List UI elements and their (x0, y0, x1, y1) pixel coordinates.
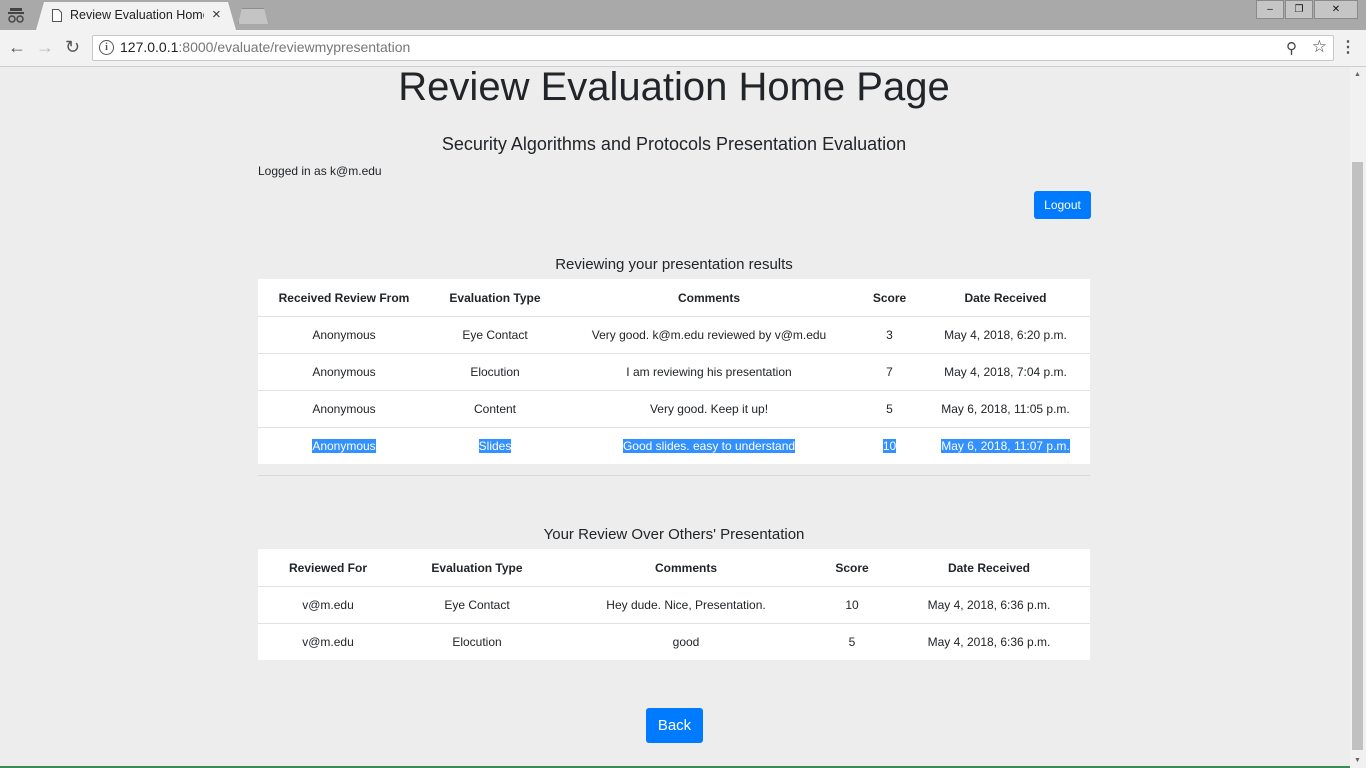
browser-tab[interactable]: Review Evaluation Home × (36, 2, 236, 30)
table-cell: Hey dude. Nice, Presentation. (556, 586, 816, 624)
table-cell: Anonymous (258, 316, 430, 354)
table-cell: Anonymous (258, 390, 430, 428)
table-cell: 5 (816, 623, 888, 660)
minimize-button[interactable]: ‒ (1256, 0, 1284, 19)
column-header: Evaluation Type (449, 290, 541, 305)
table-cell: good (556, 623, 816, 660)
back-arrow-icon[interactable]: ← (8, 37, 26, 58)
bookmark-star-icon[interactable]: ☆ (1312, 37, 1327, 57)
scroll-up-icon[interactable]: ▲ (1354, 71, 1361, 78)
received-reviews-title: Reviewing your presentation results (555, 256, 793, 273)
window-controls: ‒ ❐ ✕ (1255, 0, 1358, 19)
table-cell: 3 (858, 316, 921, 354)
table-cell: 10 (858, 427, 921, 464)
column-header: Date Received (947, 560, 1031, 575)
restore-button[interactable]: ❐ (1285, 0, 1313, 19)
address-bar[interactable]: i 127.0.0.1:8000/evaluate/reviewmypresen… (92, 35, 1334, 61)
url-text: 127.0.0.1:8000/evaluate/reviewmypresenta… (120, 39, 411, 55)
table-row: v@m.edu Elocution good 5 May 4, 2018, 6:… (258, 623, 1090, 660)
page-scrollbar[interactable]: ▲ ▼ (1350, 67, 1366, 768)
table-cell: I am reviewing his presentation (560, 353, 858, 391)
table-cell: v@m.edu (258, 623, 398, 660)
table-cell: Content (430, 390, 560, 428)
column-header: Evaluation Type (431, 560, 523, 575)
browser-menu-icon[interactable]: ⋮ (1340, 37, 1356, 57)
table-cell: Very good. Keep it up! (560, 390, 858, 428)
reload-icon[interactable]: ↻ (65, 37, 80, 58)
table-row: v@m.edu Eye Contact Hey dude. Nice, Pres… (258, 586, 1090, 624)
received-reviews-table: Received Review From Evaluation Type Com… (258, 279, 1090, 464)
table-cell: 7 (858, 353, 921, 391)
info-icon[interactable]: i (99, 40, 114, 55)
table-row: Anonymous Eye Contact Very good. k@m.edu… (258, 316, 1090, 354)
table-cell: Elocution (430, 353, 560, 391)
browser-toolbar: ← → ↻ i 127.0.0.1:8000/evaluate/reviewmy… (0, 30, 1366, 67)
back-button[interactable]: Back (646, 708, 703, 743)
close-window-button[interactable]: ✕ (1314, 0, 1358, 19)
table-cell: Eye Contact (398, 586, 556, 624)
column-header: Score (872, 290, 907, 305)
table-cell: Very good. k@m.edu reviewed by v@m.edu (560, 316, 858, 354)
tab-close-icon[interactable]: × (212, 6, 221, 23)
forward-arrow-icon[interactable]: → (36, 37, 54, 58)
column-header: Date Received (964, 290, 1047, 305)
section-divider (258, 475, 1090, 476)
table-cell: v@m.edu (258, 586, 398, 624)
table-cell: Slides (430, 427, 560, 464)
scroll-down-icon[interactable]: ▼ (1354, 757, 1361, 764)
page-subtitle: Security Algorithms and Protocols Presen… (441, 134, 907, 154)
table-cell: Good slides. easy to understand (560, 427, 858, 464)
table-cell: Elocution (398, 623, 556, 660)
new-tab-button[interactable] (238, 8, 268, 24)
column-header: Comments (654, 560, 717, 575)
table-cell: May 6, 2018, 11:05 p.m. (921, 390, 1090, 428)
table-cell: Eye Contact (430, 316, 560, 354)
column-header: Reviewed For (288, 560, 368, 575)
table-cell: May 4, 2018, 7:04 p.m. (921, 353, 1090, 391)
table-cell: May 4, 2018, 6:36 p.m. (888, 623, 1090, 660)
table-cell: 5 (858, 390, 921, 428)
given-reviews-table: Reviewed For Evaluation Type Comments Sc… (258, 549, 1090, 660)
logged-in-status: Logged in as k@m.edu (258, 164, 382, 178)
table-row-selected: Anonymous Slides Good slides. easy to un… (258, 427, 1090, 464)
page-viewport: Review Evaluation Home Page Security Alg… (0, 67, 1350, 768)
table-cell: 10 (816, 586, 888, 624)
scrollbar-thumb[interactable] (1352, 162, 1363, 750)
page-title: Review Evaluation Home Page (398, 67, 950, 109)
document-icon (52, 9, 62, 22)
table-header-row: Reviewed For Evaluation Type Comments Sc… (258, 549, 1090, 587)
given-reviews-title: Your Review Over Others' Presentation (543, 526, 805, 543)
table-cell: May 6, 2018, 11:07 p.m. (921, 427, 1090, 464)
column-header: Comments (677, 290, 740, 305)
tab-title: Review Evaluation Home (70, 8, 204, 22)
column-header: Score (835, 560, 869, 575)
table-cell: May 4, 2018, 6:20 p.m. (921, 316, 1090, 354)
table-row: Anonymous Content Very good. Keep it up!… (258, 390, 1090, 428)
incognito-icon (8, 8, 24, 23)
table-cell: May 4, 2018, 6:36 p.m. (888, 586, 1090, 624)
table-cell: Anonymous (258, 353, 430, 391)
browser-tab-strip: Review Evaluation Home × ‒ ❐ ✕ (0, 0, 1366, 30)
table-row: Anonymous Elocution I am reviewing his p… (258, 353, 1090, 391)
column-header: Received Review From (278, 290, 410, 305)
table-header-row: Received Review From Evaluation Type Com… (258, 279, 1090, 317)
table-cell: Anonymous (258, 427, 430, 464)
zoom-icon[interactable]: ⚲ (1286, 39, 1297, 57)
logout-button[interactable]: Logout (1034, 191, 1091, 219)
